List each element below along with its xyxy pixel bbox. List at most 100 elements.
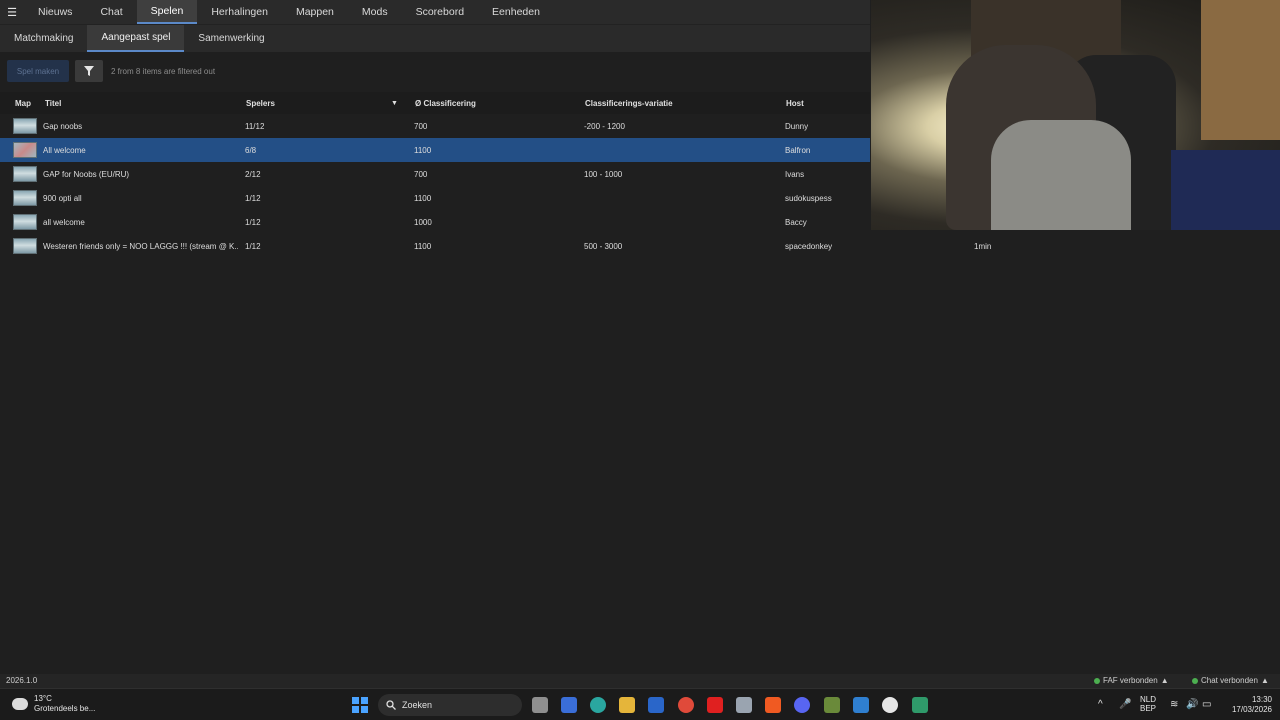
game-host: Dunny (785, 121, 809, 131)
column-header-rating[interactable]: Ø Classificering (415, 99, 476, 108)
game-title: All welcome (43, 145, 86, 155)
column-header-map[interactable]: Map (15, 99, 31, 108)
cloud-icon (12, 698, 28, 710)
language-code: NLD (1140, 695, 1157, 704)
caret-up-icon: ▲ (1160, 676, 1169, 685)
chevron-up-icon[interactable]: ^ (1098, 699, 1103, 710)
map-thumbnail (13, 238, 37, 254)
game-rating: 700 (414, 121, 428, 131)
create-game-button[interactable]: Spel maken (7, 60, 69, 82)
status-dot-icon (1094, 677, 1100, 684)
app-icon[interactable] (853, 697, 869, 713)
tab-herhalingen[interactable]: Herhalingen (197, 0, 282, 24)
game-players: 11/12 (245, 121, 265, 131)
game-rating: 1100 (414, 241, 432, 251)
youtube-icon[interactable] (707, 697, 723, 713)
keyboard-layout: BEP (1140, 704, 1157, 713)
edge-icon[interactable] (590, 697, 606, 713)
game-variance: 100 - 1000 (584, 169, 623, 179)
game-title: Gap noobs (43, 121, 83, 131)
discord-icon[interactable] (794, 697, 810, 713)
mail-icon[interactable] (648, 697, 664, 713)
map-thumbnail (13, 214, 37, 230)
filter-button[interactable] (75, 60, 103, 82)
client-version: 2026.1.0 (6, 676, 38, 685)
tab-nieuws[interactable]: Nieuws (24, 0, 86, 24)
status-dot-icon (1192, 677, 1198, 684)
game-host: spacedonkey (785, 241, 833, 251)
table-header: Map Titel Spelers ▼ Ø Classificering Cla… (0, 92, 870, 114)
webcam-jacket (991, 120, 1131, 230)
game-title: Westeren friends only = NOO LAGGG !!! (s… (43, 241, 238, 251)
faf-connection-status[interactable]: FAF verbonden ▲ (1094, 676, 1169, 685)
filter-status-text: 2 from 8 items are filtered out (111, 66, 216, 76)
top-navigation: ☰ Nieuws Chat Spelen Herhalingen Mappen … (0, 0, 870, 24)
file-explorer-icon[interactable] (619, 697, 635, 713)
games-toolbar: Spel maken 2 from 8 items are filtered o… (0, 52, 870, 90)
volume-icon[interactable]: 🔊 (1186, 699, 1198, 710)
chat-status-label: Chat verbonden (1201, 676, 1258, 685)
tab-samenwerking[interactable]: Samenwerking (184, 25, 278, 52)
brave-icon[interactable] (765, 697, 781, 713)
input-language[interactable]: NLD BEP (1140, 695, 1156, 713)
webcam-overlay (871, 0, 1280, 230)
column-header-title[interactable]: Titel (45, 99, 61, 108)
faf-status-label: FAF verbonden (1103, 676, 1158, 685)
microphone-icon[interactable]: 🎤 (1119, 699, 1131, 710)
map-thumbnail (13, 190, 37, 206)
tab-chat[interactable]: Chat (86, 0, 136, 24)
windows-taskbar: 13°C Grotendeels be... Zoeken ^ 🎤 NLD BE… (0, 688, 1280, 720)
game-players: 1/12 (245, 241, 261, 251)
app-window: ☰ Nieuws Chat Spelen Herhalingen Mappen … (0, 0, 1280, 720)
tab-eenheden[interactable]: Eenheden (478, 0, 554, 24)
game-rating: 1100 (414, 145, 432, 155)
map-thumbnail (13, 142, 37, 158)
weather-widget[interactable]: 13°C Grotendeels be... (12, 694, 95, 714)
game-rating: 1000 (414, 217, 432, 227)
windows-start-icon[interactable] (352, 697, 368, 713)
sort-desc-icon[interactable]: ▼ (391, 100, 398, 107)
game-host: sudokuspess (785, 193, 832, 203)
calculator-icon[interactable] (736, 697, 752, 713)
tab-matchmaking[interactable]: Matchmaking (0, 25, 87, 52)
store-icon[interactable] (561, 697, 577, 713)
game-title: all welcome (43, 217, 85, 227)
map-thumbnail (13, 118, 37, 134)
taskbar-search[interactable]: Zoeken (378, 694, 522, 716)
sub-navigation: Matchmaking Aangepast spel Samenwerking (0, 24, 870, 52)
hamburger-icon[interactable]: ☰ (0, 0, 24, 24)
game-variance: -200 - 1200 (584, 121, 625, 131)
chat-connection-status[interactable]: Chat verbonden ▲ (1192, 676, 1269, 685)
app-icon[interactable] (912, 697, 928, 713)
game-title: GAP for Noobs (EU/RU) (43, 169, 130, 179)
chrome-icon[interactable] (678, 697, 694, 713)
column-header-players[interactable]: Spelers (246, 99, 275, 108)
game-rating: 1100 (414, 193, 432, 203)
app-icon[interactable] (824, 697, 840, 713)
tab-aangepast-spel[interactable]: Aangepast spel (87, 25, 185, 52)
weather-description: Grotendeels be... (34, 704, 96, 713)
faf-client-icon[interactable] (882, 697, 898, 713)
tab-mods[interactable]: Mods (348, 0, 402, 24)
webcam-blanket (1171, 150, 1280, 230)
clock-time: 13:30 (1251, 695, 1272, 704)
column-header-variance[interactable]: Classificerings-variatie (585, 99, 673, 108)
game-rating: 700 (414, 169, 428, 179)
tab-mappen[interactable]: Mappen (282, 0, 348, 24)
map-thumbnail (13, 166, 37, 182)
tab-scorebord[interactable]: Scorebord (402, 0, 478, 24)
table-row[interactable]: All welcome 6/8 1100 Balfron (0, 138, 870, 162)
column-header-host[interactable]: Host (786, 99, 804, 108)
system-clock[interactable]: 13:30 17/03/2026 (1226, 695, 1272, 715)
battery-icon[interactable]: ▭ (1202, 699, 1211, 710)
search-label: Zoeken (402, 700, 433, 710)
task-view-icon[interactable] (532, 697, 548, 713)
game-variance: 500 - 3000 (584, 241, 623, 251)
game-players: 1/12 (245, 193, 261, 203)
game-players: 2/12 (245, 169, 261, 179)
table-row[interactable]: Westeren friends only = NOO LAGGG !!! (s… (0, 234, 1280, 258)
wifi-icon[interactable]: ≋ (1170, 699, 1178, 710)
tab-spelen[interactable]: Spelen (136, 0, 198, 24)
filter-icon (84, 66, 94, 76)
search-icon (386, 700, 396, 710)
